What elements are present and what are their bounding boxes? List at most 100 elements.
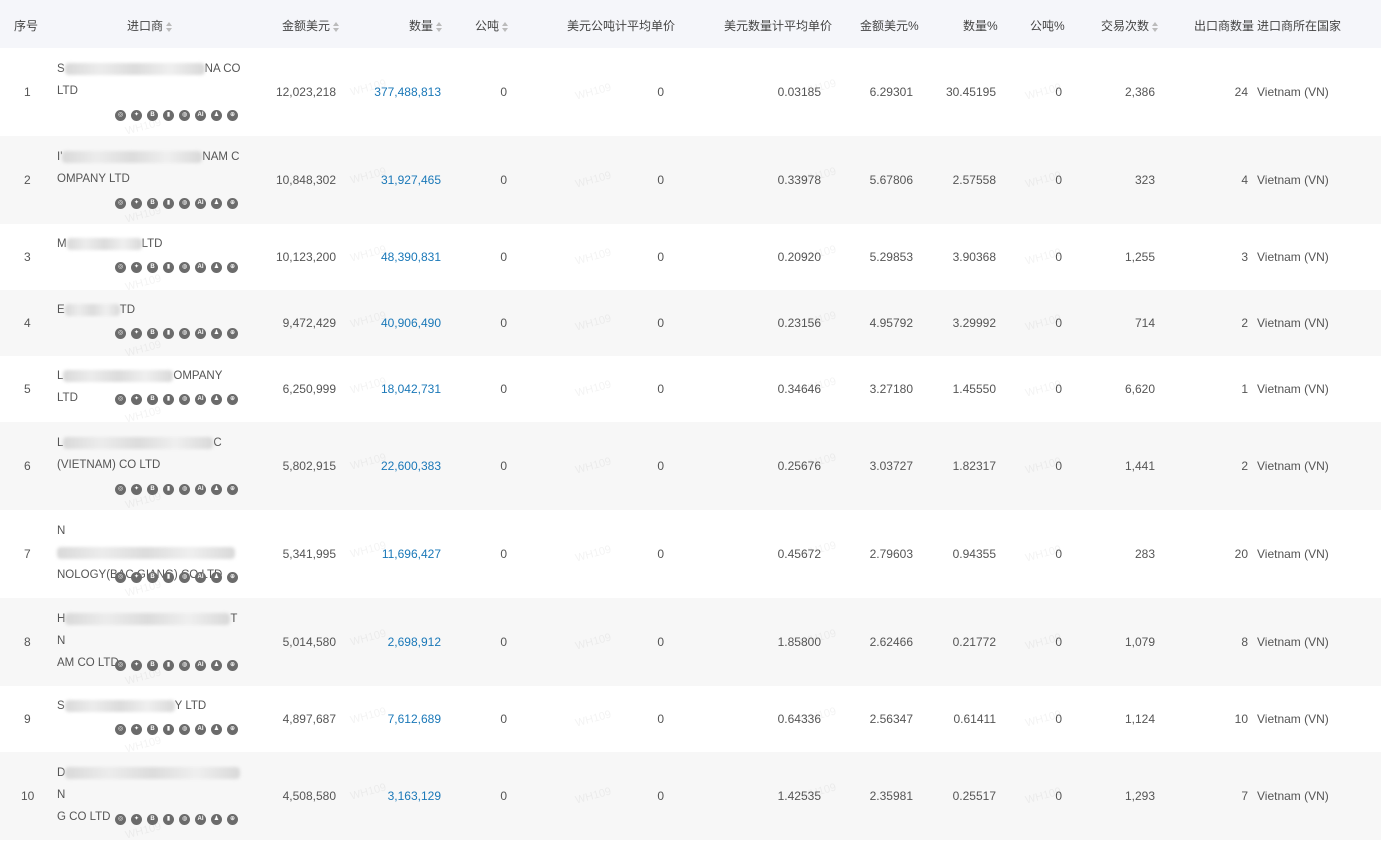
sort-icon[interactable] <box>502 21 509 32</box>
cell-quantity[interactable]: 48,390,831 <box>381 250 441 264</box>
locate-icon[interactable]: ◎ <box>115 110 126 121</box>
doc-icon[interactable]: ▮ <box>163 724 174 735</box>
locate-icon[interactable]: ◎ <box>115 198 126 209</box>
users-icon[interactable]: ♟ <box>211 198 222 209</box>
ai-icon[interactable]: AI <box>195 198 206 209</box>
web-icon[interactable]: ⊕ <box>227 724 238 735</box>
globe-icon[interactable]: ◍ <box>179 724 190 735</box>
cell-quantity[interactable]: 11,696,427 <box>382 547 441 561</box>
header-trades[interactable]: 交易次数 <box>1101 17 1159 34</box>
doc-icon[interactable]: ▮ <box>163 660 174 671</box>
b-icon[interactable]: B <box>147 484 158 495</box>
users-icon[interactable]: ♟ <box>211 660 222 671</box>
locate-icon[interactable]: ◎ <box>115 724 126 735</box>
doc-icon[interactable]: ▮ <box>163 484 174 495</box>
globe-icon[interactable]: ◍ <box>179 262 190 273</box>
doc-icon[interactable]: ▮ <box>163 814 174 825</box>
web-icon[interactable]: ⊕ <box>227 572 238 583</box>
cell-quantity[interactable]: 7,612,689 <box>388 712 441 726</box>
header-importer[interactable]: 进口商 <box>127 17 173 34</box>
target-icon[interactable]: ✦ <box>131 198 142 209</box>
users-icon[interactable]: ♟ <box>211 484 222 495</box>
cell-quantity[interactable]: 22,600,383 <box>381 459 441 473</box>
importer-name[interactable]: I' NAM C OMPANY LTD <box>57 146 242 190</box>
users-icon[interactable]: ♟ <box>211 328 222 339</box>
web-icon[interactable]: ⊕ <box>227 198 238 209</box>
b-icon[interactable]: B <box>147 572 158 583</box>
locate-icon[interactable]: ◎ <box>115 262 126 273</box>
importer-name[interactable]: S Y LTD <box>57 695 242 717</box>
b-icon[interactable]: B <box>147 110 158 121</box>
header-ton[interactable]: 公吨 <box>475 17 509 34</box>
globe-icon[interactable]: ◍ <box>179 660 190 671</box>
users-icon[interactable]: ♟ <box>211 724 222 735</box>
target-icon[interactable]: ✦ <box>131 572 142 583</box>
importer-name[interactable]: E TD <box>57 299 242 321</box>
ai-icon[interactable]: AI <box>195 328 206 339</box>
importer-name[interactable]: S NA CO LTD <box>57 58 242 102</box>
globe-icon[interactable]: ◍ <box>179 572 190 583</box>
sort-icon[interactable] <box>436 21 443 32</box>
b-icon[interactable]: B <box>147 328 158 339</box>
users-icon[interactable]: ♟ <box>211 814 222 825</box>
doc-icon[interactable]: ▮ <box>163 198 174 209</box>
cell-quantity[interactable]: 377,488,813 <box>374 85 441 99</box>
doc-icon[interactable]: ▮ <box>163 110 174 121</box>
target-icon[interactable]: ✦ <box>131 484 142 495</box>
header-quantity[interactable]: 数量 <box>409 17 443 34</box>
target-icon[interactable]: ✦ <box>131 110 142 121</box>
web-icon[interactable]: ⊕ <box>227 110 238 121</box>
locate-icon[interactable]: ◎ <box>115 660 126 671</box>
users-icon[interactable]: ♟ <box>211 394 222 405</box>
web-icon[interactable]: ⊕ <box>227 394 238 405</box>
web-icon[interactable]: ⊕ <box>227 814 238 825</box>
locate-icon[interactable]: ◎ <box>115 328 126 339</box>
globe-icon[interactable]: ◍ <box>179 198 190 209</box>
importer-name[interactable]: M LTD <box>57 233 242 255</box>
ai-icon[interactable]: AI <box>195 660 206 671</box>
sort-icon[interactable] <box>1152 21 1159 32</box>
doc-icon[interactable]: ▮ <box>163 262 174 273</box>
target-icon[interactable]: ✦ <box>131 660 142 671</box>
sort-icon[interactable] <box>166 21 173 32</box>
b-icon[interactable]: B <box>147 724 158 735</box>
b-icon[interactable]: B <box>147 262 158 273</box>
web-icon[interactable]: ⊕ <box>227 484 238 495</box>
header-amount-usd[interactable]: 金额美元 <box>282 17 340 34</box>
globe-icon[interactable]: ◍ <box>179 110 190 121</box>
target-icon[interactable]: ✦ <box>131 814 142 825</box>
globe-icon[interactable]: ◍ <box>179 484 190 495</box>
locate-icon[interactable]: ◎ <box>115 394 126 405</box>
cell-quantity[interactable]: 2,698,912 <box>388 635 441 649</box>
globe-icon[interactable]: ◍ <box>179 394 190 405</box>
users-icon[interactable]: ♟ <box>211 262 222 273</box>
b-icon[interactable]: B <box>147 394 158 405</box>
users-icon[interactable]: ♟ <box>211 110 222 121</box>
b-icon[interactable]: B <box>147 198 158 209</box>
ai-icon[interactable]: AI <box>195 814 206 825</box>
doc-icon[interactable]: ▮ <box>163 572 174 583</box>
b-icon[interactable]: B <box>147 814 158 825</box>
sort-icon[interactable] <box>333 21 340 32</box>
ai-icon[interactable]: AI <box>195 394 206 405</box>
b-icon[interactable]: B <box>147 660 158 671</box>
cell-quantity[interactable]: 18,042,731 <box>381 382 441 396</box>
ai-icon[interactable]: AI <box>195 262 206 273</box>
ai-icon[interactable]: AI <box>195 724 206 735</box>
ai-icon[interactable]: AI <box>195 572 206 583</box>
ai-icon[interactable]: AI <box>195 484 206 495</box>
web-icon[interactable]: ⊕ <box>227 328 238 339</box>
importer-name[interactable]: L C (VIETNAM) CO LTD <box>57 432 242 476</box>
globe-icon[interactable]: ◍ <box>179 328 190 339</box>
target-icon[interactable]: ✦ <box>131 328 142 339</box>
cell-quantity[interactable]: 31,927,465 <box>381 173 441 187</box>
globe-icon[interactable]: ◍ <box>179 814 190 825</box>
target-icon[interactable]: ✦ <box>131 724 142 735</box>
locate-icon[interactable]: ◎ <box>115 814 126 825</box>
cell-quantity[interactable]: 40,906,490 <box>381 316 441 330</box>
doc-icon[interactable]: ▮ <box>163 328 174 339</box>
web-icon[interactable]: ⊕ <box>227 660 238 671</box>
doc-icon[interactable]: ▮ <box>163 394 174 405</box>
locate-icon[interactable]: ◎ <box>115 484 126 495</box>
ai-icon[interactable]: AI <box>195 110 206 121</box>
